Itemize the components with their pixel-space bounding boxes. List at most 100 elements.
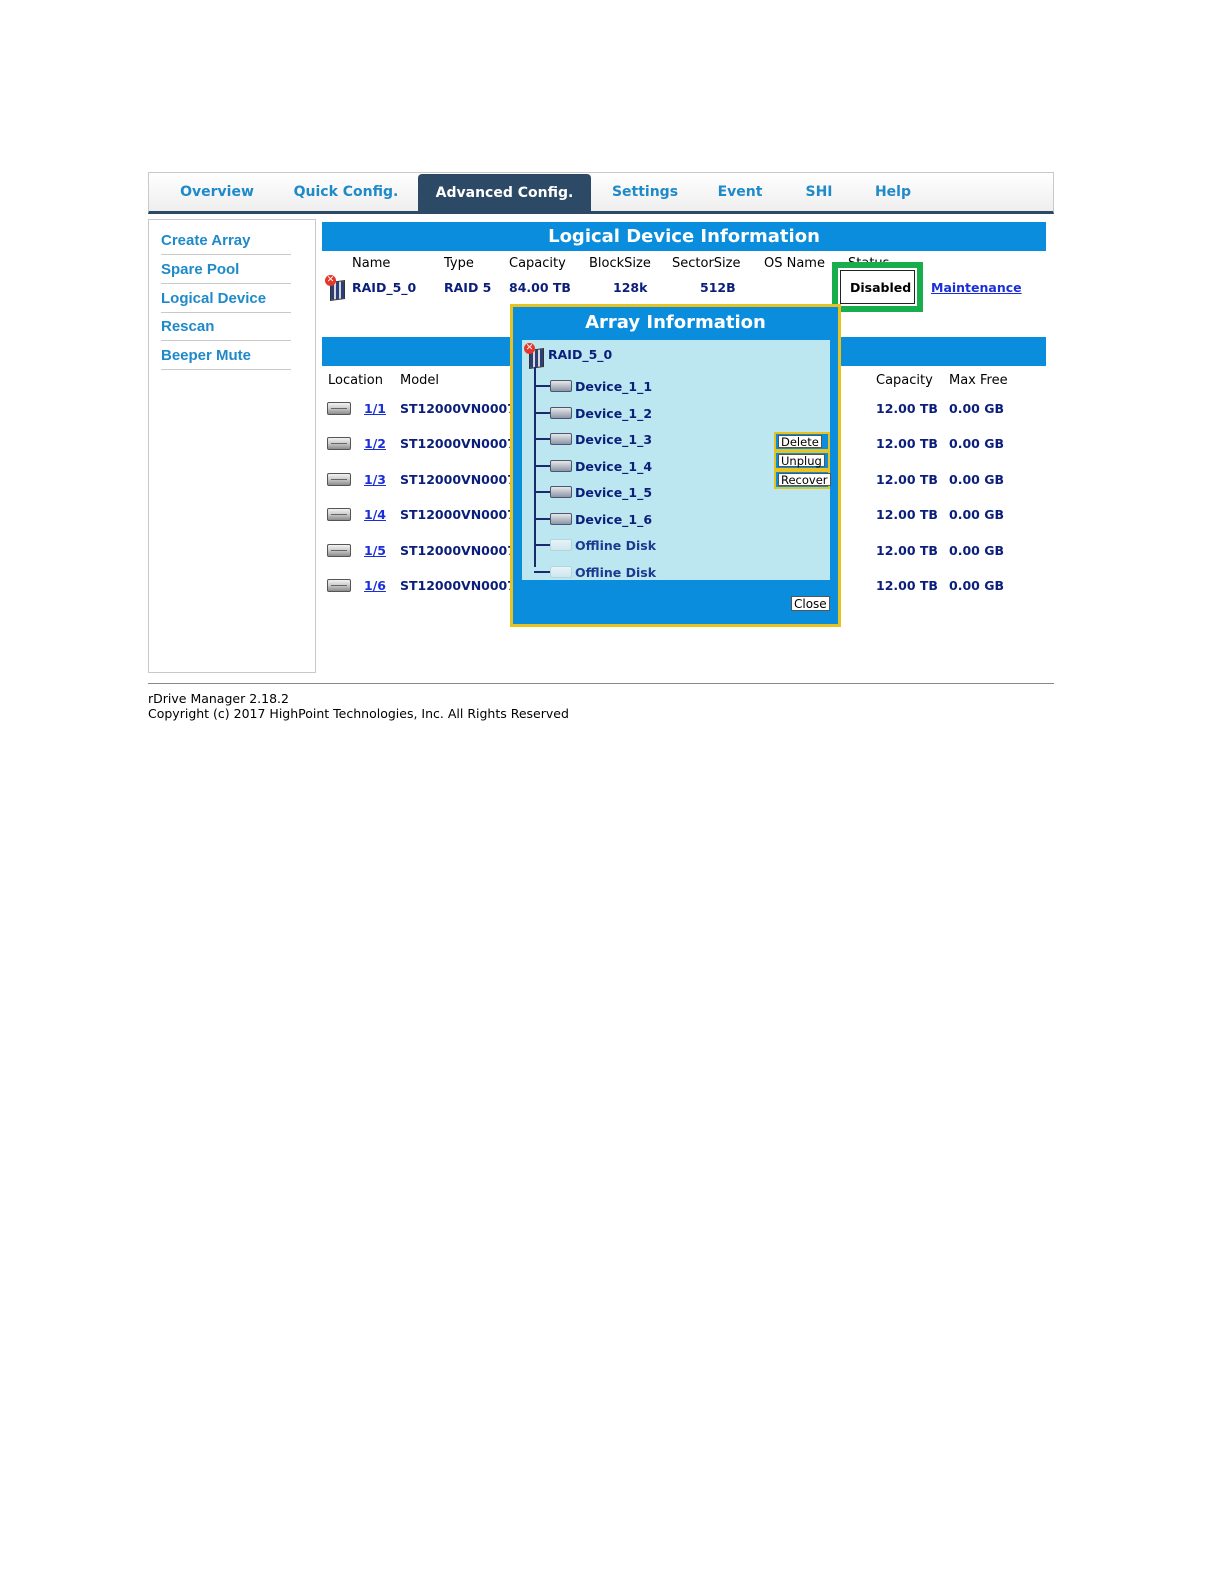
disk-icon	[550, 433, 572, 445]
member-device-label: Device_1_6	[575, 511, 653, 527]
disk-location-link[interactable]: 1/2	[364, 436, 386, 451]
unplug-button[interactable]: Unplug	[774, 451, 830, 470]
disk-capacity: 12.00 TB	[876, 507, 938, 523]
disk-icon	[550, 486, 572, 498]
tab-shi[interactable]: SHI	[795, 173, 843, 211]
tree-branch-line	[534, 517, 550, 520]
disk-icon	[327, 472, 351, 486]
col-type: Type	[444, 256, 474, 271]
disk-location-link[interactable]: 1/6	[364, 578, 386, 593]
disk-max-free: 0.00 GB	[949, 578, 1004, 593]
offline-disk-label: Offline Disk	[575, 564, 657, 580]
raid-array-icon: ✕	[524, 343, 546, 370]
tree-branch-line	[534, 438, 550, 440]
col-blocksize: BlockSize	[589, 256, 651, 271]
col-max-free: Max Free	[949, 373, 1008, 388]
tab-event[interactable]: Event	[705, 173, 775, 211]
array-status: Disabled	[850, 280, 912, 295]
array-blocksize: 128k	[613, 280, 648, 295]
disk-icon	[550, 512, 572, 525]
sidebar-item-rescan[interactable]: Rescan	[161, 312, 291, 341]
array-type: RAID 5	[444, 280, 492, 295]
disk-icon	[327, 437, 351, 451]
tab-help[interactable]: Help	[865, 173, 921, 211]
tree-root-label: RAID_5_0	[548, 347, 613, 362]
close-button[interactable]: Close	[791, 596, 830, 611]
logical-device-header: Logical Device Information	[322, 222, 1046, 251]
disk-icon	[327, 543, 351, 557]
delete-button[interactable]: Delete	[774, 432, 830, 451]
member-device-label: Device_1_2	[575, 405, 653, 421]
col-name: Name	[352, 256, 391, 271]
sidebar-item-logical-device[interactable]: Logical Device	[161, 284, 291, 313]
tree-branch-line	[534, 544, 550, 546]
recover-button-label: Recover	[778, 473, 831, 486]
col-os-name: OS Name	[764, 256, 825, 271]
array-capacity: 84.00 TB	[509, 280, 571, 295]
offline-disk-icon	[550, 565, 572, 578]
disk-location-link[interactable]: 1/1	[364, 401, 386, 416]
tab-advanced-config[interactable]: Advanced Config.	[418, 174, 591, 212]
disk-location-link[interactable]: 1/4	[364, 507, 386, 522]
member-device-label: Device_1_4	[575, 458, 653, 474]
disk-capacity: 12.00 TB	[876, 578, 938, 593]
footer-version: rDrive Manager 2.18.2	[148, 691, 289, 706]
member-device-label: Device_1_3	[575, 432, 653, 447]
disk-model: ST12000VN0007	[400, 507, 510, 523]
offline-disk-label: Offline Disk	[575, 538, 657, 553]
delete-button-label: Delete	[778, 435, 822, 448]
array-information-dialog: Array Information ✕ RAID_5_0 Device_1_1 D…	[510, 304, 841, 627]
sidebar: Create Array Spare Pool Logical Device R…	[148, 219, 316, 673]
disk-model: ST12000VN0007	[400, 471, 510, 487]
disk-capacity: 12.00 TB	[876, 471, 938, 487]
disk-icon	[550, 406, 572, 419]
tree-branch-line	[534, 570, 550, 573]
disk-max-free: 0.00 GB	[949, 401, 1004, 416]
array-sectorsize: 512B	[700, 280, 736, 295]
disk-model: ST12000VN0007	[400, 542, 510, 558]
raid-array-icon: ✕	[325, 275, 347, 302]
disk-model: ST12000VN0007	[400, 401, 510, 416]
maintenance-link[interactable]: Maintenance	[931, 280, 1022, 295]
disk-model: ST12000VN0007	[400, 436, 510, 452]
tree-branch-line	[534, 464, 550, 467]
member-device-label: Device_1_5	[575, 485, 653, 500]
tree-branch-line	[534, 411, 550, 414]
footer-copyright: Copyright (c) 2017 HighPoint Technologie…	[148, 706, 569, 721]
unplug-button-label: Unplug	[778, 454, 825, 467]
tab-quick-config[interactable]: Quick Config.	[285, 173, 407, 211]
disk-capacity: 12.00 TB	[876, 436, 938, 452]
disk-capacity: 12.00 TB	[876, 401, 938, 416]
array-name: RAID_5_0	[352, 280, 417, 295]
col-sectorsize: SectorSize	[672, 256, 741, 271]
top-nav: Overview Quick Config. Advanced Config. …	[148, 172, 1054, 214]
offline-disk-icon	[550, 539, 572, 551]
member-device-label: Device_1_1	[575, 379, 653, 394]
col-model: Model	[400, 373, 440, 388]
disk-icon	[327, 402, 351, 415]
footer-divider	[148, 683, 1054, 684]
dialog-title: Array Information	[585, 312, 766, 333]
sidebar-item-beeper-mute[interactable]: Beeper Mute	[161, 341, 291, 370]
tab-overview[interactable]: Overview	[171, 173, 263, 211]
disk-icon	[550, 459, 572, 472]
col-capacity: Capacity	[509, 256, 566, 271]
sidebar-item-spare-pool[interactable]: Spare Pool	[161, 255, 291, 284]
disk-icon	[550, 380, 572, 392]
recover-button[interactable]: Recover	[774, 470, 831, 489]
tree-branch-line	[534, 367, 536, 567]
disk-capacity: 12.00 TB	[876, 542, 938, 558]
disk-location-link[interactable]: 1/5	[364, 543, 386, 558]
disk-model: ST12000VN0007	[400, 578, 510, 593]
disk-max-free: 0.00 GB	[949, 471, 1004, 487]
sidebar-item-create-array[interactable]: Create Array	[161, 226, 291, 255]
disk-location-link[interactable]: 1/3	[364, 472, 386, 487]
col-location: Location	[328, 373, 383, 388]
disk-max-free: 0.00 GB	[949, 436, 1004, 452]
disk-max-free: 0.00 GB	[949, 542, 1004, 558]
tab-settings[interactable]: Settings	[601, 173, 689, 211]
disk-max-free: 0.00 GB	[949, 507, 1004, 523]
disk-icon	[327, 508, 351, 522]
disk-icon	[327, 579, 351, 592]
tree-branch-line	[534, 491, 550, 493]
